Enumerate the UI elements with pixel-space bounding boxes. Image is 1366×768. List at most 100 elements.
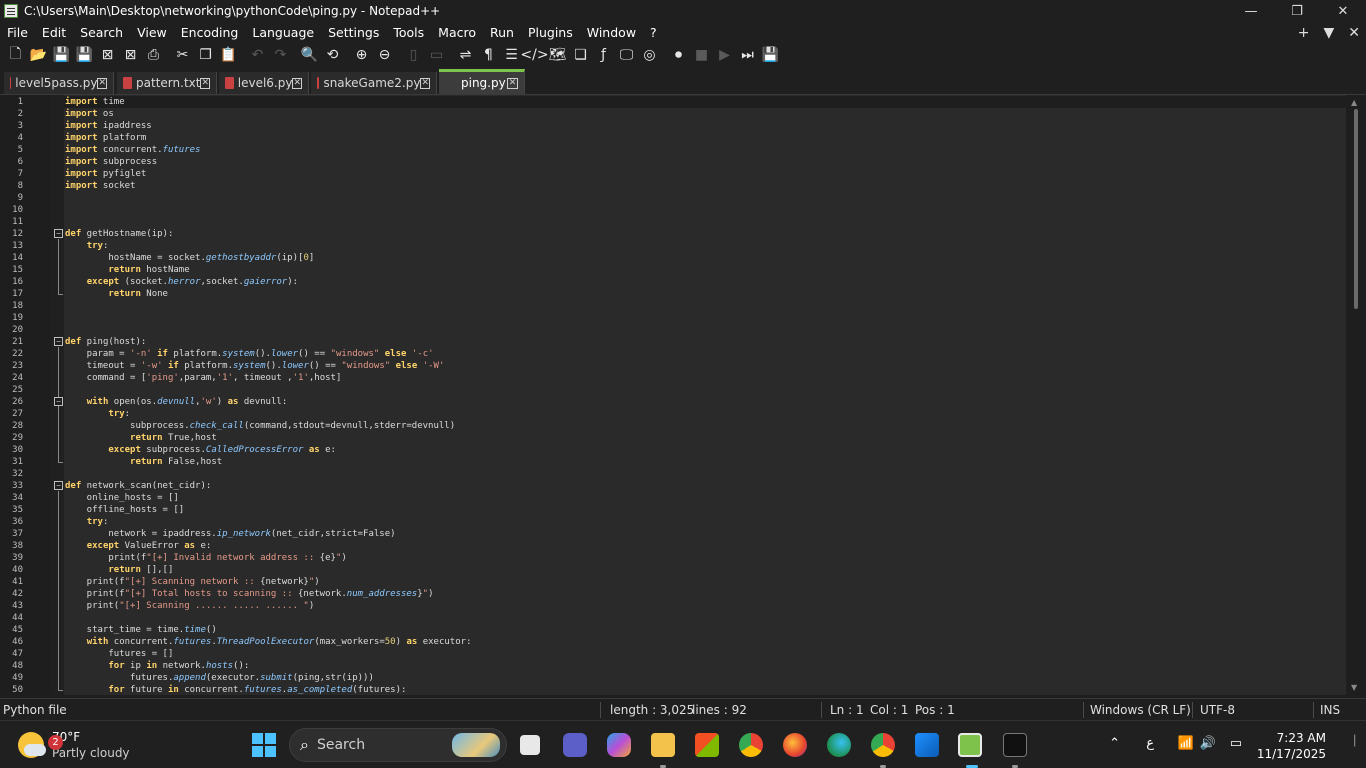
edge-icon[interactable] [827, 733, 851, 757]
tab-snakegame2[interactable]: snakeGame2.py ✕ [311, 72, 437, 94]
tab-ping[interactable]: ping.py ✕ [439, 69, 525, 94]
cut-icon[interactable]: ✂ [171, 44, 194, 66]
find-icon[interactable]: 🔍 [298, 44, 321, 66]
code-line[interactable]: def getHostname(ip): [65, 228, 173, 240]
tab-level5pass[interactable]: level5pass.py ✕ [4, 72, 114, 94]
tab-level6[interactable]: level6.py ✕ [219, 72, 309, 94]
zoom-out-icon[interactable]: ⊖ [373, 44, 396, 66]
save-macro-icon[interactable]: 💾 [759, 44, 782, 66]
maximize-button[interactable]: ❐ [1274, 0, 1320, 22]
volume-icon[interactable]: 🔊 [1200, 736, 1216, 751]
code-line[interactable]: try: [65, 240, 109, 252]
tab-close-icon[interactable]: ✕ [200, 77, 210, 89]
fold-toggle-icon[interactable]: − [54, 229, 63, 238]
code-line[interactable]: def ping(host): [65, 336, 146, 348]
code-line[interactable]: offline_hosts = [] [65, 504, 185, 516]
zoom-in-icon[interactable]: ⊕ [350, 44, 373, 66]
code-line[interactable]: command = ['ping',param,'1', timeout ,'1… [65, 372, 342, 384]
code-line[interactable]: import socket [65, 180, 135, 192]
code-line[interactable]: with open(os.devnull,'w') as devnull: [65, 396, 288, 408]
code-line[interactable]: def network_scan(net_cidr): [65, 480, 211, 492]
menu-window[interactable]: Window [580, 25, 643, 40]
code-line[interactable]: try: [65, 408, 130, 420]
status-encoding[interactable]: UTF-8 [1200, 703, 1235, 717]
code-line[interactable]: param = '-n' if platform.system().lower(… [65, 348, 434, 360]
replace-icon[interactable]: ⟲ [321, 44, 344, 66]
menu-encoding[interactable]: Encoding [174, 25, 246, 40]
battery-icon[interactable]: ▭ [1230, 736, 1242, 751]
code-line[interactable]: print(f"[+] Total hosts to scanning :: {… [65, 588, 434, 600]
code-line[interactable]: return hostName [65, 264, 189, 276]
task-view-icon[interactable] [520, 735, 540, 755]
save-all-icon[interactable]: 💾 [73, 44, 96, 66]
notepad-plus-plus-taskbar-icon[interactable] [958, 733, 982, 757]
scroll-down-icon[interactable]: ▼ [1351, 683, 1357, 692]
code-line[interactable]: futures.append(executor.submit(ping,str(… [65, 672, 374, 684]
code-line[interactable]: import pyfiglet [65, 168, 146, 180]
menu-language[interactable]: Language [245, 25, 321, 40]
stop-macro-icon[interactable]: ■ [690, 44, 713, 66]
firefox-icon[interactable] [783, 733, 807, 757]
sync-horizontal-icon[interactable]: ▭ [425, 44, 448, 66]
code-line[interactable]: import subprocess [65, 156, 157, 168]
menu-help[interactable]: ? [643, 25, 664, 40]
status-eol[interactable]: Windows (CR LF) [1090, 703, 1191, 717]
code-line[interactable]: import platform [65, 132, 146, 144]
chat-icon[interactable] [563, 733, 587, 757]
menu-settings[interactable]: Settings [321, 25, 386, 40]
document-map-icon[interactable]: 🗺 [546, 44, 569, 66]
taskbar-clock[interactable]: 7:23 AM 11/17/2025 [1257, 730, 1326, 762]
word-wrap-icon[interactable]: ⇌ [454, 44, 477, 66]
code-line[interactable]: return True,host [65, 432, 217, 444]
play-macro-icon[interactable]: ▶ [713, 44, 736, 66]
show-desktop-icon[interactable]: ▏ [1354, 736, 1362, 747]
chrome-icon[interactable] [739, 733, 763, 757]
tab-close-icon[interactable]: ✕ [97, 77, 107, 89]
record-macro-icon[interactable]: ⏺ [667, 44, 690, 66]
microsoft-store-icon[interactable] [695, 733, 719, 757]
code-line[interactable]: try: [65, 516, 109, 528]
code-line[interactable]: except subprocess.CalledProcessError as … [65, 444, 336, 456]
undo-icon[interactable]: ↶ [246, 44, 269, 66]
code-line[interactable]: import os [65, 108, 114, 120]
tab-pattern[interactable]: pattern.txt ✕ [117, 72, 217, 94]
notepad-app-icon[interactable] [4, 4, 18, 18]
close-all-icon[interactable]: ⊠ [119, 44, 142, 66]
fold-toggle-icon[interactable]: − [54, 337, 63, 346]
code-line[interactable]: return False,host [65, 456, 222, 468]
code-line[interactable]: import ipaddress [65, 120, 152, 132]
folder-workspace-icon[interactable]: 🖵 [615, 44, 638, 66]
code-line[interactable]: timeout = '-w' if platform.system().lowe… [65, 360, 445, 372]
input-language[interactable]: ع [1146, 736, 1154, 751]
code-text-area[interactable]: import time import os import ipaddress impo… [64, 95, 1346, 695]
code-line[interactable]: return None [65, 288, 168, 300]
show-all-characters-icon[interactable]: ¶ [477, 44, 500, 66]
open-file-icon[interactable]: 📂 [27, 44, 50, 66]
code-line[interactable]: except ValueError as e: [65, 540, 212, 552]
scroll-up-icon[interactable]: ▲ [1351, 98, 1357, 107]
fold-toggle-icon[interactable]: − [54, 481, 63, 490]
code-line[interactable]: import time [64, 96, 1346, 108]
menu-edit[interactable]: Edit [35, 25, 73, 40]
tab-list-dropdown-icon[interactable]: ▼ [1323, 25, 1334, 41]
print-icon[interactable]: ⎙ [142, 44, 165, 66]
document-list-icon[interactable]: ❏ [569, 44, 592, 66]
menu-view[interactable]: View [130, 25, 174, 40]
editor-area[interactable]: 1 2 3 4 5 6 7 8 9 10 11 12 13 14 15 16 17 18 19 20 21 22 23 24 2… [0, 94, 1366, 695]
menu-plugins[interactable]: Plugins [521, 25, 580, 40]
close-button[interactable]: ✕ [1320, 0, 1366, 22]
code-line[interactable]: online_hosts = [] [65, 492, 179, 504]
menu-file[interactable]: File [0, 25, 35, 40]
paste-icon[interactable]: 📋 [217, 44, 240, 66]
menu-search[interactable]: Search [73, 25, 130, 40]
new-tab-plus-icon[interactable]: + [1298, 25, 1310, 41]
code-line[interactable]: for ip in network.hosts(): [65, 660, 249, 672]
show-hidden-icons-icon[interactable]: ⌃ [1109, 736, 1120, 751]
scrollbar-thumb[interactable] [1354, 109, 1358, 309]
windows-start-icon[interactable] [252, 733, 276, 757]
copy-icon[interactable]: ❐ [194, 44, 217, 66]
vertical-scrollbar[interactable]: ▲ ▼ [1346, 95, 1366, 695]
status-insert-mode[interactable]: INS [1320, 703, 1340, 717]
code-line[interactable]: futures = [] [65, 648, 173, 660]
minimize-button[interactable]: — [1228, 0, 1274, 22]
